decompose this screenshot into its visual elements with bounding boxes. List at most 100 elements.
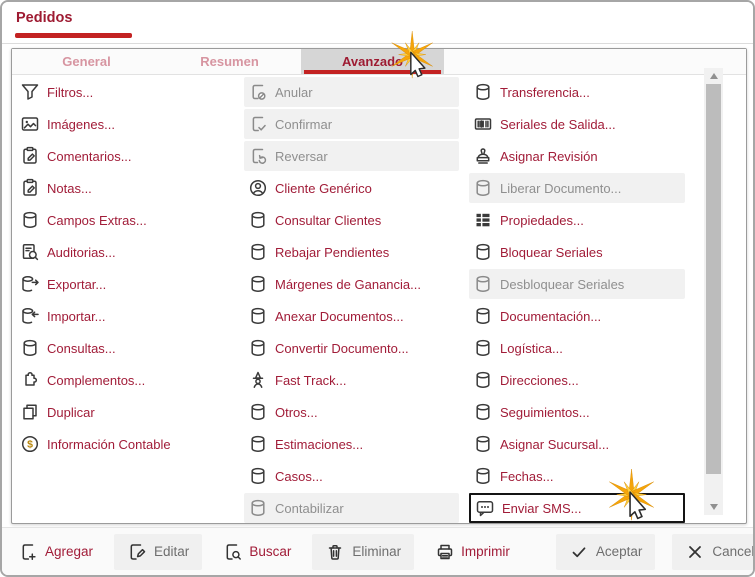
menu-item-rebajar-pendientes[interactable]: Rebajar Pendientes: [244, 237, 459, 267]
menu-item-complementos[interactable]: Complementos...: [16, 365, 230, 395]
menu-item-informacion-contable[interactable]: $ Información Contable: [16, 429, 230, 459]
menu-item-label: Complementos...: [47, 372, 146, 388]
menu-item-notas[interactable]: Notas...: [16, 173, 230, 203]
database-icon: [248, 242, 268, 262]
menu-item-label: Fast Track...: [275, 372, 347, 388]
menu-item-enviar-sms[interactable]: Enviar SMS...: [469, 493, 685, 523]
menu-item-label: Cliente Genérico: [275, 180, 372, 196]
menu-item-label: Logística...: [500, 340, 563, 356]
database-icon: [473, 82, 493, 102]
menu-item-auditorias[interactable]: Auditorias...: [16, 237, 230, 267]
button-label: Imprimir: [461, 544, 510, 559]
menu-item-logistica[interactable]: Logística...: [469, 333, 685, 363]
menu-item-label: Confirmar: [275, 116, 333, 132]
menu-item-duplicar[interactable]: Duplicar: [16, 397, 230, 427]
menu-item-estimaciones[interactable]: Estimaciones...: [244, 429, 459, 459]
menu-item-margenes-de-ganancia[interactable]: Márgenes de Ganancia...: [244, 269, 459, 299]
menu-item-filtros[interactable]: Filtros...: [16, 77, 230, 107]
menu-item-transferencia[interactable]: Transferencia...: [469, 77, 685, 107]
database-icon: [473, 178, 493, 198]
button-label: Eliminar: [352, 544, 402, 559]
menu-item-direcciones[interactable]: Direcciones...: [469, 365, 685, 395]
pedidos-window: Pedidos General Resumen Avanzado Filtros..…: [0, 0, 755, 577]
clipboard-edit-icon: [20, 146, 40, 166]
db-export-icon: [20, 274, 40, 294]
menu-item-exportar[interactable]: Exportar...: [16, 269, 230, 299]
menu-item-label: Otros...: [275, 404, 318, 420]
menu-item-label: Documentación...: [500, 308, 602, 324]
menu-item-label: Seguimientos...: [500, 404, 590, 420]
scrollbar-thumb[interactable]: [706, 84, 721, 474]
dollar-circle-icon: $: [20, 434, 40, 454]
imprimir-button[interactable]: Imprimir: [431, 536, 514, 568]
menu-item-otros[interactable]: Otros...: [244, 397, 459, 427]
scrollbar[interactable]: [704, 68, 723, 515]
barcode-icon: [473, 114, 493, 134]
menu-item-asignar-revision[interactable]: Asignar Revisión: [469, 141, 685, 171]
eliminar-button[interactable]: Eliminar: [312, 533, 415, 570]
copy-icon: [20, 402, 40, 422]
menu-item-seguimientos[interactable]: Seguimientos...: [469, 397, 685, 427]
doc-plus-icon: [19, 542, 39, 562]
database-icon: [473, 306, 493, 326]
clipboard-edit-icon: [20, 178, 40, 198]
doc-edit-icon: [127, 542, 147, 562]
menu-item-asignar-sucursal[interactable]: Asignar Sucursal...: [469, 429, 685, 459]
menu-item-importar[interactable]: Importar...: [16, 301, 230, 331]
menu-item-campos-extras[interactable]: Campos Extras...: [16, 205, 230, 235]
doc-cancel-icon: [248, 82, 268, 102]
menu-item-label: Consultar Clientes: [275, 212, 382, 228]
menu-item-label: Auditorias...: [47, 244, 116, 260]
button-label: Cancelar: [712, 544, 755, 559]
menu-item-label: Direcciones...: [500, 372, 579, 388]
menu-item-anexar-documentos[interactable]: Anexar Documentos...: [244, 301, 459, 331]
tabstrip: General Resumen Avanzado: [12, 49, 746, 75]
menu-item-consultas[interactable]: Consultas...: [16, 333, 230, 363]
menu-item-seriales-de-salida[interactable]: Seriales de Salida...: [469, 109, 685, 139]
menu-item-label: Bloquear Seriales: [500, 244, 603, 260]
menu-column-1: Filtros... Imágenes... Comentarios... Notas…: [16, 76, 244, 524]
wizard-icon: [248, 370, 268, 390]
menu-item-propiedades[interactable]: Propiedades...: [469, 205, 685, 235]
menu-item-label: Anexar Documentos...: [275, 308, 404, 324]
tab-avanzado[interactable]: Avanzado: [301, 49, 444, 74]
database-icon: [248, 434, 268, 454]
menu-item-label: Seriales de Salida...: [500, 116, 616, 132]
menu-item-fechas[interactable]: Fechas...: [469, 461, 685, 491]
menu-item-confirmar: Confirmar: [244, 109, 459, 139]
menu-item-casos[interactable]: Casos...: [244, 461, 459, 491]
editar-button[interactable]: Editar: [114, 533, 203, 570]
menu-item-comentarios[interactable]: Comentarios...: [16, 141, 230, 171]
tab-general[interactable]: General: [15, 49, 158, 74]
menu-item-convertir-documento[interactable]: Convertir Documento...: [244, 333, 459, 363]
svg-text:$: $: [27, 439, 33, 451]
doc-check-icon: [248, 114, 268, 134]
buscar-button[interactable]: Buscar: [219, 536, 295, 568]
menu-item-anular: Anular: [244, 77, 459, 107]
menu-item-label: Comentarios...: [47, 148, 132, 164]
menu-item-label: Convertir Documento...: [275, 340, 409, 356]
menu-grid: Filtros... Imágenes... Comentarios... Notas…: [16, 76, 685, 524]
database-icon: [248, 466, 268, 486]
tab-resumen[interactable]: Resumen: [158, 49, 301, 74]
scroll-down-arrow-icon[interactable]: [704, 500, 723, 514]
menu-item-reversar: Reversar: [244, 141, 459, 171]
menu-item-label: Enviar SMS...: [502, 500, 582, 516]
scroll-up-arrow-icon[interactable]: [704, 69, 723, 83]
titlebar: Pedidos: [2, 2, 753, 44]
menu-item-imagenes[interactable]: Imágenes...: [16, 109, 230, 139]
menu-item-label: Filtros...: [47, 84, 94, 100]
menu-item-label: Transferencia...: [500, 84, 590, 100]
aceptar-button[interactable]: Aceptar: [555, 533, 656, 570]
database-icon: [248, 210, 268, 230]
menu-item-consultar-clientes[interactable]: Consultar Clientes: [244, 205, 459, 235]
agregar-button[interactable]: Agregar: [15, 536, 97, 568]
cancelar-button[interactable]: Cancelar: [672, 533, 755, 570]
database-icon: [473, 242, 493, 262]
menu-item-bloquear-seriales[interactable]: Bloquear Seriales: [469, 237, 685, 267]
sms-icon: [475, 498, 495, 518]
doc-undo-icon: [248, 146, 268, 166]
menu-item-cliente-generico[interactable]: Cliente Genérico: [244, 173, 459, 203]
menu-item-documentacion[interactable]: Documentación...: [469, 301, 685, 331]
menu-item-fast-track[interactable]: Fast Track...: [244, 365, 459, 395]
